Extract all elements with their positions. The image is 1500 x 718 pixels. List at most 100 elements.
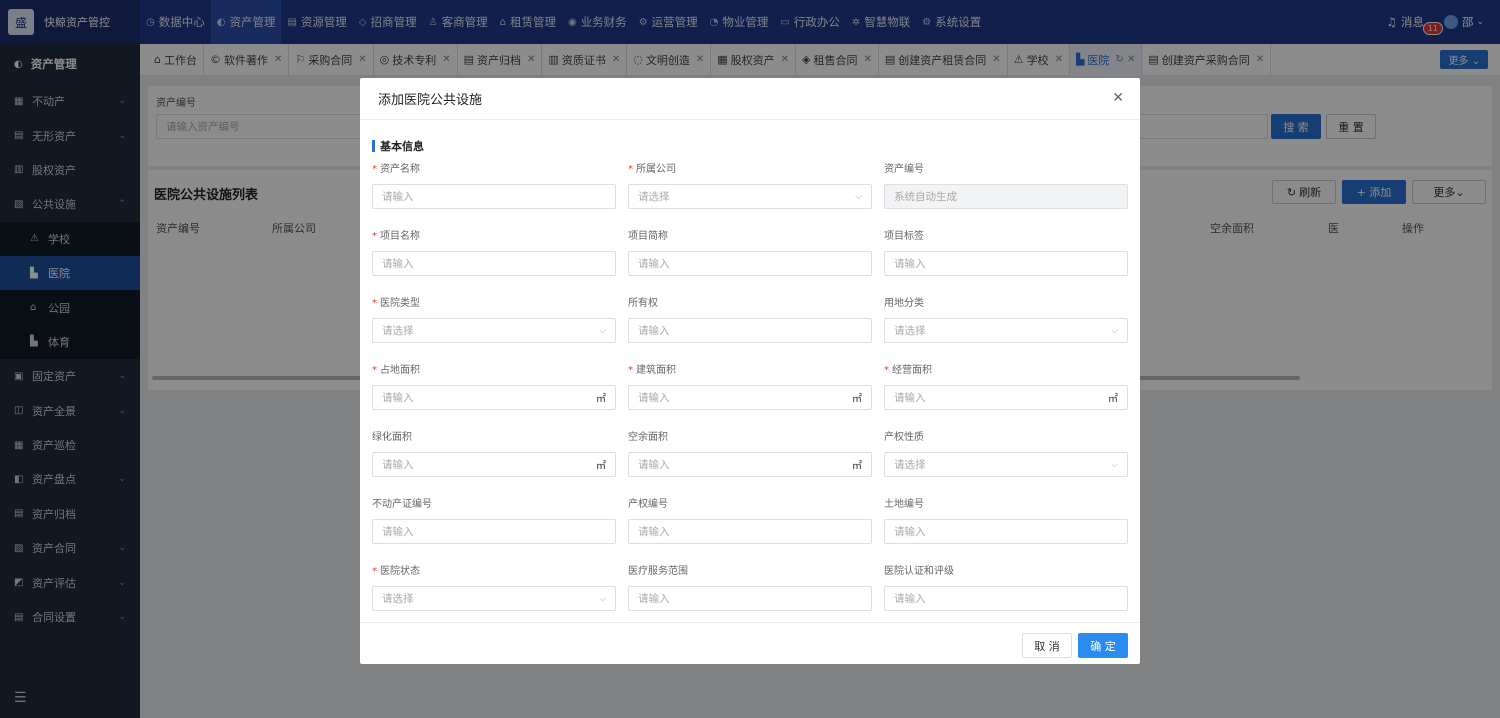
field-label-text: 不动产证编号 (372, 499, 432, 510)
field-1: * 所属公司请选择 ⌵ (628, 160, 872, 209)
field-placeholder: 请选择 (382, 593, 414, 605)
field-input[interactable]: 请输入 (628, 318, 872, 343)
field-16: 产权编号请输入 (628, 495, 872, 544)
unit-suffix: ㎡ (1108, 394, 1118, 405)
field-label-text: 医院类型 (380, 298, 420, 309)
required-mark: * (372, 298, 377, 309)
field-placeholder: 请输入 (382, 526, 414, 538)
field-19: 医疗服务范围 请输入 (628, 562, 872, 611)
field-label: 绿化面积 (372, 428, 616, 443)
field-input[interactable]: 请输入 (372, 251, 616, 276)
field-placeholder: 请输入 (638, 526, 670, 538)
field-input[interactable]: 请输入 ㎡ (628, 452, 872, 477)
field-8: 用地分类请选择 ⌵ (884, 294, 1128, 343)
field-label-text: 用地分类 (884, 298, 924, 309)
field-input[interactable]: 请输入 ㎡ (884, 385, 1128, 410)
field-label: 所有权 (628, 294, 872, 309)
field-20: 医院认证和评级 请输入 (884, 562, 1128, 611)
field-label-text: 产权性质 (884, 432, 924, 443)
field-input[interactable]: 请输入 (884, 519, 1128, 544)
field-select[interactable]: 请选择 ⌵ (628, 184, 872, 209)
field-label-text: 产权编号 (628, 499, 668, 510)
field-label: * 医院类型 (372, 294, 616, 309)
field-placeholder: 请输入 (638, 459, 670, 471)
field-14: 产权性质请选择 ⌵ (884, 428, 1128, 477)
field-label: 医疗服务范围 (628, 562, 872, 577)
field-placeholder: 请输入 (638, 392, 670, 404)
confirm-button[interactable]: 确 定 (1078, 633, 1128, 658)
field-placeholder: 请输入 (638, 258, 670, 270)
field-label: 项目简称 (628, 227, 872, 242)
field-select[interactable]: 请选择 ⌵ (372, 586, 616, 611)
section-basic-info: 基本信息 (372, 138, 424, 154)
field-label-text: 经营面积 (892, 365, 932, 376)
field-0: * 资产名称 请输入 (372, 160, 616, 209)
field-label: 不动产证编号 (372, 495, 616, 510)
chevron-down-icon: ⌵ (599, 593, 606, 604)
field-label-text: 占地面积 (380, 365, 420, 376)
required-mark: * (372, 164, 377, 175)
field-placeholder: 请输入 (382, 459, 414, 471)
field-select[interactable]: 请选择 ⌵ (372, 318, 616, 343)
field-placeholder: 请输入 (382, 191, 414, 203)
field-9: * 占地面积请输入 ㎡ (372, 361, 616, 410)
field-placeholder: 请选择 (638, 191, 670, 203)
chevron-down-icon: ⌵ (599, 325, 606, 336)
required-mark: * (884, 365, 889, 376)
field-input[interactable]: 请输入 ㎡ (372, 385, 616, 410)
field-placeholder: 请输入 (894, 392, 926, 404)
dialog-header: 添加医院公共设施 ✕ (360, 78, 1140, 120)
field-label-text: 项目标签 (884, 231, 924, 242)
field-label-text: 医院状态 (380, 566, 420, 577)
field-label: 产权性质 (884, 428, 1128, 443)
field-11: * 经营面积请输入 ㎡ (884, 361, 1128, 410)
field-label-text: 土地编号 (884, 499, 924, 510)
required-mark: * (628, 164, 633, 175)
field-input[interactable]: 请输入 (628, 519, 872, 544)
field-label: * 经营面积 (884, 361, 1128, 376)
field-3: * 项目名称请输入 (372, 227, 616, 276)
chevron-down-icon: ⌵ (1111, 459, 1118, 470)
field-label-text: 资产编号 (884, 164, 924, 175)
field-7: 所有权 请输入 (628, 294, 872, 343)
field-select[interactable]: 请选择 ⌵ (884, 318, 1128, 343)
field-placeholder: 请输入 (894, 526, 926, 538)
field-label: * 医院状态 (372, 562, 616, 577)
field-input[interactable]: 请输入 (628, 586, 872, 611)
dialog-title: 添加医院公共设施 (378, 93, 483, 108)
field-label: 土地编号 (884, 495, 1128, 510)
field-input[interactable]: 请输入 ㎡ (372, 452, 616, 477)
unit-suffix: ㎡ (852, 394, 862, 405)
field-label: * 占地面积 (372, 361, 616, 376)
field-select[interactable]: 请选择 ⌵ (884, 452, 1128, 477)
field-label-text: 所有权 (628, 298, 658, 309)
field-label: 用地分类 (884, 294, 1128, 309)
field-5: 项目标签 请输入 (884, 227, 1128, 276)
field-15: 不动产证编号请输入 (372, 495, 616, 544)
field-label: 空余面积 (628, 428, 872, 443)
field-label: * 建筑面积 (628, 361, 872, 376)
field-placeholder: 请输入 (382, 258, 414, 270)
field-input[interactable]: 请输入 (884, 586, 1128, 611)
field-input: 系统自动生成 (884, 184, 1128, 209)
cancel-button[interactable]: 取 消 (1022, 633, 1072, 658)
field-label-text: 绿化面积 (372, 432, 412, 443)
unit-suffix: ㎡ (596, 461, 606, 472)
field-placeholder: 请选择 (894, 459, 926, 471)
add-hospital-dialog: 添加医院公共设施 ✕ 基本信息 * 资产名称 请输入 * 所属公司 请选择 ⌵ 资产编号 系统自… (360, 78, 1140, 664)
field-label-text: 项目简称 (628, 231, 668, 242)
field-input[interactable]: 请输入 (372, 184, 616, 209)
field-input[interactable]: 请输入 (628, 251, 872, 276)
close-icon[interactable]: ✕ (1112, 90, 1124, 106)
field-label-text: 建筑面积 (636, 365, 676, 376)
chevron-down-icon: ⌵ (1111, 325, 1118, 336)
field-label: * 项目名称 (372, 227, 616, 242)
field-label-text: 项目名称 (380, 231, 420, 242)
field-input[interactable]: 请输入 ㎡ (628, 385, 872, 410)
field-label-text: 所属公司 (636, 164, 676, 175)
field-placeholder: 系统自动生成 (894, 191, 957, 203)
required-mark: * (372, 231, 377, 242)
field-13: 空余面积请输入 ㎡ (628, 428, 872, 477)
field-input[interactable]: 请输入 (372, 519, 616, 544)
field-input[interactable]: 请输入 (884, 251, 1128, 276)
